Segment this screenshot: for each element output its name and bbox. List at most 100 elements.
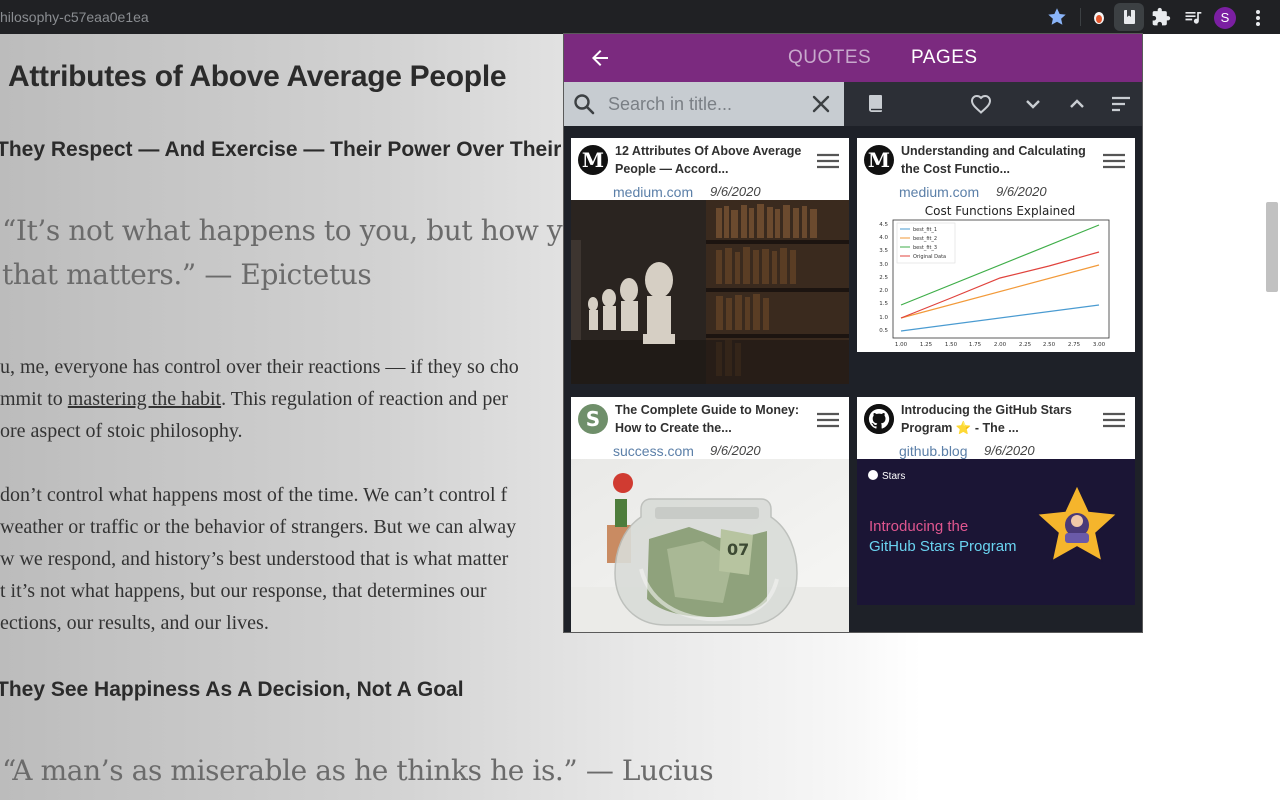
github-stars-banner-image: Stars Introducing the GitHub Stars Progr… [857, 459, 1135, 605]
card-header: M Understanding and Calculating the Cost… [857, 138, 1135, 200]
popup-toolbar [564, 82, 1142, 126]
x-tick-label: 1.25 [920, 342, 933, 348]
section-heading-respect: They Respect — And Exercise — Their Powe… [0, 138, 594, 161]
y-tick-label: 3.0 [879, 262, 888, 268]
page-scrollbar-thumb[interactable] [1266, 202, 1278, 292]
clear-search-icon[interactable] [810, 93, 832, 115]
card-domain[interactable]: success.com [613, 443, 694, 459]
card-date: 9/6/2020 [984, 443, 1035, 458]
bill-number-text: 07 [727, 540, 749, 559]
cost-functions-chart-image: Cost Functions Explained 4.5 4.0 3.5 3.0… [857, 200, 1135, 352]
x-tick-label: 1.50 [945, 342, 958, 348]
y-tick-label: 1.5 [879, 301, 888, 307]
x-tick-label: 1.75 [969, 342, 982, 348]
book-icon[interactable] [864, 92, 888, 116]
x-tick-label: 3.00 [1093, 342, 1106, 348]
y-tick-label: 2.0 [879, 288, 888, 294]
mastering-habit-link[interactable]: mastering the habit [68, 388, 221, 410]
success-logo: S [578, 404, 608, 434]
browser-menu-icon[interactable] [1252, 7, 1264, 29]
quote-epictetus-line2: that matters.” — Epictetus [2, 258, 372, 291]
card-title[interactable]: 12 Attributes Of Above Average People — … [615, 142, 805, 178]
tab-pages[interactable]: PAGES [911, 47, 978, 69]
card-header: Introducing the GitHub Stars Program ⭐ -… [857, 397, 1135, 459]
paragraph-text: mmit to [0, 388, 68, 410]
x-tick-label: 2.25 [1019, 342, 1032, 348]
paragraph-line: ections, our results, and our lives. [0, 612, 269, 634]
legend-label: Original Data [913, 254, 946, 260]
y-tick-label: 4.0 [879, 235, 888, 241]
y-tick-label: 3.5 [879, 248, 888, 254]
x-tick-label: 2.50 [1043, 342, 1056, 348]
puzzle-extensions-icon[interactable] [1149, 5, 1173, 29]
search-box [564, 82, 844, 126]
paragraph-line: w we respond, and history’s best underst… [0, 548, 509, 570]
back-arrow-icon[interactable] [588, 46, 612, 70]
quote-lucius: “A man’s as miserable as he thinks he is… [2, 754, 714, 787]
card-domain[interactable]: medium.com [613, 184, 693, 200]
y-tick-label: 0.5 [879, 328, 888, 334]
medium-logo: M [864, 145, 894, 175]
banner-line1: Introducing the [869, 518, 968, 535]
browser-toolbar: hilosophy-c57eaa0e1ea S [0, 0, 1280, 34]
banner-line2: GitHub Stars Program [869, 538, 1017, 555]
library-busts-image [571, 200, 849, 384]
github-logo-icon [864, 404, 894, 434]
heart-icon[interactable] [969, 92, 993, 116]
page-card[interactable]: Introducing the GitHub Stars Program ⭐ -… [857, 397, 1135, 605]
bookmark-star-icon[interactable] [1046, 6, 1068, 28]
paragraph-line: t it’s not what happens, but our respons… [0, 580, 487, 602]
money-jar-image: 07 [571, 459, 849, 632]
media-queue-icon[interactable] [1181, 5, 1205, 29]
card-domain[interactable]: medium.com [899, 184, 979, 200]
toolbar-divider [1080, 8, 1081, 26]
paragraph-line: don’t control what happens most of the t… [0, 484, 508, 506]
y-tick-label: 4.5 [879, 222, 888, 228]
card-menu-icon[interactable] [816, 152, 840, 170]
paragraph-line: weather or traffic or the behavior of st… [0, 516, 517, 538]
search-icon [574, 94, 595, 115]
extension-popup: QUOTES PAGES Search in title... M 12 Att… [563, 33, 1143, 633]
card-date: 9/6/2020 [996, 184, 1047, 199]
paragraph-line: mmit to mastering the habit. This regula… [0, 388, 508, 411]
search-input[interactable] [608, 90, 804, 118]
card-header: S The Complete Guide to Money: How to Cr… [571, 397, 849, 459]
x-tick-label: 2.75 [1068, 342, 1081, 348]
card-title[interactable]: Introducing the GitHub Stars Program ⭐ -… [901, 401, 1091, 437]
card-menu-icon[interactable] [1102, 152, 1126, 170]
card-title[interactable]: Understanding and Calculating the Cost F… [901, 142, 1091, 178]
card-menu-icon[interactable] [1102, 411, 1126, 429]
chart-image-title: Cost Functions Explained [925, 204, 1076, 218]
quote-epictetus-line1: “It’s not what happens to you, but how y… [2, 214, 651, 247]
paragraph-line: u, me, everyone has control over their r… [0, 356, 519, 378]
bookmark-extension-icon[interactable] [1117, 5, 1141, 29]
article-title: Attributes of Above Average People [8, 60, 507, 93]
paragraph-text: . This regulation of reaction and per [221, 388, 508, 410]
tab-quotes[interactable]: QUOTES [788, 47, 871, 69]
page-card[interactable]: M 12 Attributes Of Above Average People … [571, 138, 849, 384]
card-domain[interactable]: github.blog [899, 443, 968, 459]
medium-logo: M [578, 145, 608, 175]
sort-icon[interactable] [1109, 92, 1133, 116]
y-tick-label: 1.0 [879, 315, 888, 321]
page-card[interactable]: M Understanding and Calculating the Cost… [857, 138, 1135, 352]
banner-badge-text: Stars [882, 471, 905, 482]
page-card[interactable]: S The Complete Guide to Money: How to Cr… [571, 397, 849, 632]
x-tick-label: 2.00 [994, 342, 1007, 348]
x-tick-label: 1.00 [895, 342, 908, 348]
card-menu-icon[interactable] [816, 411, 840, 429]
profile-avatar[interactable]: S [1214, 7, 1236, 29]
address-bar-url[interactable]: hilosophy-c57eaa0e1ea [0, 9, 149, 25]
paragraph-line: ore aspect of stoic philosophy. [0, 420, 243, 442]
section-heading-happiness: They See Happiness As A Decision, Not A … [0, 678, 464, 701]
card-date: 9/6/2020 [710, 184, 761, 199]
card-title[interactable]: The Complete Guide to Money: How to Crea… [615, 401, 805, 437]
chevron-up-icon[interactable] [1065, 92, 1089, 116]
legend-label: best_fit_1 [913, 227, 937, 233]
legend-label: best_fit_3 [913, 245, 937, 251]
chevron-down-icon[interactable] [1021, 92, 1045, 116]
card-date: 9/6/2020 [710, 443, 761, 458]
y-tick-label: 2.5 [879, 275, 888, 281]
extension-orange-icon[interactable] [1087, 5, 1111, 29]
legend-label: best_fit_2 [913, 236, 937, 242]
